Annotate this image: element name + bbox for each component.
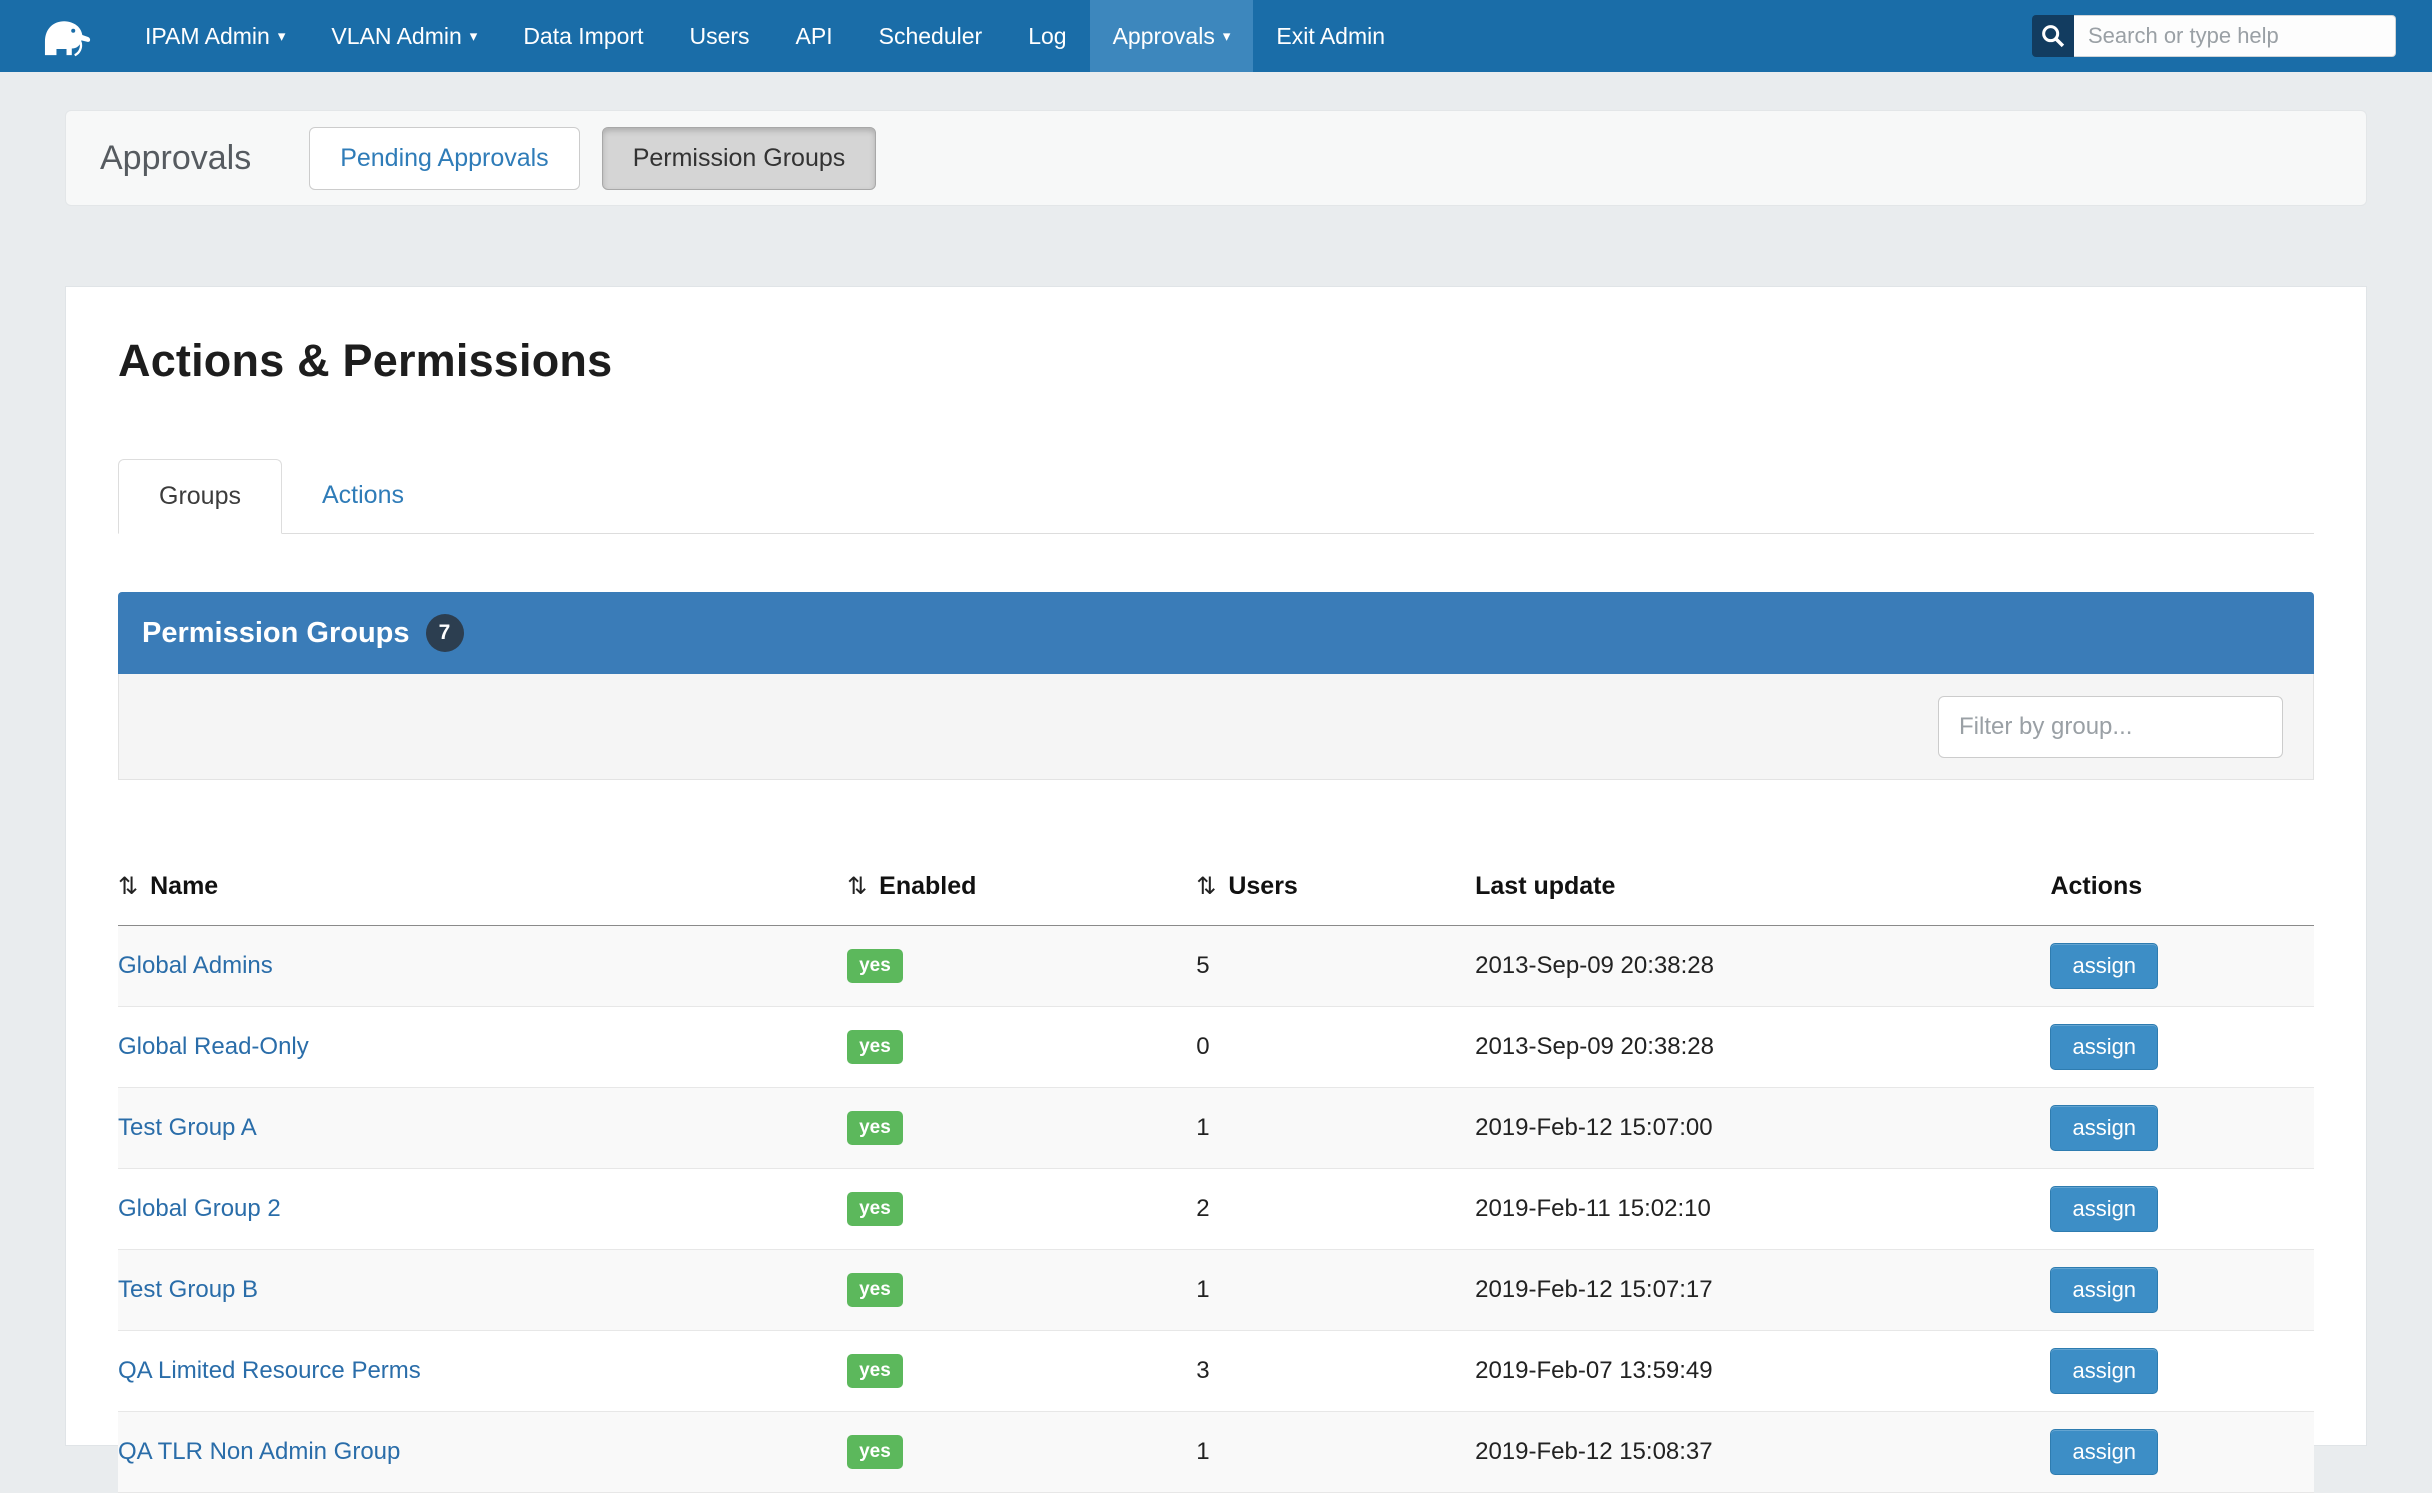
nav-item-api[interactable]: API — [773, 0, 856, 72]
assign-button[interactable]: assign — [2050, 1024, 2158, 1070]
permission-groups-button[interactable]: Permission Groups — [602, 127, 877, 190]
phpipam-mammoth-logo[interactable] — [0, 0, 122, 72]
nav-item-log[interactable]: Log — [1005, 0, 1089, 72]
group-link[interactable]: Test Group B — [118, 1276, 258, 1303]
nav-item-label: Log — [1028, 23, 1066, 50]
permission-groups-table: ⇅Name ⇅Enabled ⇅Users Last update Action… — [118, 850, 2314, 1493]
enabled-badge: yes — [847, 1111, 903, 1145]
nav-item-data-import[interactable]: Data Import — [500, 0, 666, 72]
actions-permissions-card: Actions & Permissions Groups Actions Per… — [65, 286, 2367, 1446]
nav-item-exit-admin[interactable]: Exit Admin — [1253, 0, 1408, 72]
sort-icon: ⇅ — [1196, 873, 1216, 900]
group-count-badge: 7 — [426, 614, 464, 652]
users-count: 1 — [1196, 1088, 1475, 1169]
last-update: 2019-Feb-12 15:08:37 — [1475, 1412, 2050, 1493]
last-update: 2013-Sep-09 20:38:28 — [1475, 926, 2050, 1007]
tab-bar: Groups Actions — [118, 459, 2314, 534]
column-header-name[interactable]: ⇅Name — [118, 850, 847, 926]
groups-table-body: Global Admins yes 5 2013-Sep-09 20:38:28… — [118, 926, 2314, 1493]
chevron-down-icon: ▾ — [278, 27, 286, 45]
table-row: Global Group 2 yes 2 2019-Feb-11 15:02:1… — [118, 1169, 2314, 1250]
table-row: QA TLR Non Admin Group yes 1 2019-Feb-12… — [118, 1412, 2314, 1493]
filter-group-input[interactable] — [1938, 696, 2283, 758]
pending-approvals-button[interactable]: Pending Approvals — [309, 127, 579, 190]
nav-item-label: API — [796, 23, 833, 50]
permission-groups-panel: Permission Groups 7 ⇅Name ⇅Enabled — [118, 592, 2314, 1493]
sort-icon: ⇅ — [118, 873, 138, 900]
search-icon[interactable] — [2032, 15, 2074, 57]
group-link[interactable]: Global Group 2 — [118, 1195, 281, 1222]
enabled-badge: yes — [847, 1192, 903, 1226]
nav-item-label: Approvals — [1113, 23, 1215, 50]
assign-button[interactable]: assign — [2050, 1267, 2158, 1313]
chevron-down-icon: ▾ — [1223, 27, 1231, 45]
top-navbar: IPAM Admin ▾ VLAN Admin ▾ Data Import Us… — [0, 0, 2432, 72]
last-update: 2019-Feb-12 15:07:17 — [1475, 1250, 2050, 1331]
last-update: 2013-Sep-09 20:38:28 — [1475, 1007, 2050, 1088]
table-row: Test Group A yes 1 2019-Feb-12 15:07:00 … — [118, 1088, 2314, 1169]
group-link[interactable]: Global Read-Only — [118, 1033, 309, 1060]
table-row: Global Read-Only yes 0 2013-Sep-09 20:38… — [118, 1007, 2314, 1088]
last-update: 2019-Feb-07 13:59:49 — [1475, 1331, 2050, 1412]
table-row: Global Admins yes 5 2013-Sep-09 20:38:28… — [118, 926, 2314, 1007]
nav-item-label: Exit Admin — [1276, 23, 1385, 50]
tab-actions[interactable]: Actions — [282, 459, 444, 534]
column-header-users[interactable]: ⇅Users — [1196, 850, 1475, 926]
tab-groups[interactable]: Groups — [118, 459, 282, 534]
column-header-actions: Actions — [2050, 850, 2314, 926]
table-row: QA Limited Resource Perms yes 3 2019-Feb… — [118, 1331, 2314, 1412]
nav-item-users[interactable]: Users — [666, 0, 772, 72]
enabled-badge: yes — [847, 1435, 903, 1469]
assign-button[interactable]: assign — [2050, 943, 2158, 989]
users-count: 1 — [1196, 1250, 1475, 1331]
panel-header-title: Permission Groups — [142, 617, 410, 650]
table-row: Test Group B yes 1 2019-Feb-12 15:07:17 … — [118, 1250, 2314, 1331]
nav-item-approvals[interactable]: Approvals ▾ — [1090, 0, 1254, 72]
group-link[interactable]: Global Admins — [118, 952, 273, 979]
mammoth-logo-icon — [38, 13, 96, 59]
assign-button[interactable]: assign — [2050, 1186, 2158, 1232]
nav-item-label: Data Import — [523, 23, 643, 50]
chevron-down-icon: ▾ — [470, 27, 478, 45]
enabled-badge: yes — [847, 949, 903, 983]
nav-item-label: IPAM Admin — [145, 23, 270, 50]
users-count: 2 — [1196, 1169, 1475, 1250]
approvals-subheader: Approvals Pending Approvals Permission G… — [65, 110, 2367, 206]
nav-item-scheduler[interactable]: Scheduler — [856, 0, 1006, 72]
group-link[interactable]: QA TLR Non Admin Group — [118, 1438, 400, 1465]
last-update: 2019-Feb-11 15:02:10 — [1475, 1169, 2050, 1250]
enabled-badge: yes — [847, 1354, 903, 1388]
panel-toolbar — [118, 674, 2314, 780]
enabled-badge: yes — [847, 1030, 903, 1064]
nav-item-label: Scheduler — [879, 23, 983, 50]
nav-item-label: Users — [689, 23, 749, 50]
sort-icon: ⇅ — [847, 873, 867, 900]
search-input[interactable] — [2074, 15, 2396, 57]
nav-search — [2032, 0, 2432, 72]
assign-button[interactable]: assign — [2050, 1105, 2158, 1151]
last-update: 2019-Feb-12 15:07:00 — [1475, 1088, 2050, 1169]
nav-menu: IPAM Admin ▾ VLAN Admin ▾ Data Import Us… — [122, 0, 1408, 72]
panel-header: Permission Groups 7 — [118, 592, 2314, 674]
assign-button[interactable]: assign — [2050, 1429, 2158, 1475]
users-count: 1 — [1196, 1412, 1475, 1493]
column-header-enabled[interactable]: ⇅Enabled — [847, 850, 1196, 926]
enabled-badge: yes — [847, 1273, 903, 1307]
users-count: 0 — [1196, 1007, 1475, 1088]
assign-button[interactable]: assign — [2050, 1348, 2158, 1394]
page-title: Approvals — [100, 139, 251, 178]
users-count: 3 — [1196, 1331, 1475, 1412]
users-count: 5 — [1196, 926, 1475, 1007]
column-header-last-update: Last update — [1475, 850, 2050, 926]
section-title: Actions & Permissions — [118, 335, 2314, 387]
nav-item-ipam-admin[interactable]: IPAM Admin ▾ — [122, 0, 308, 72]
nav-item-label: VLAN Admin — [331, 23, 461, 50]
group-link[interactable]: QA Limited Resource Perms — [118, 1357, 421, 1384]
group-link[interactable]: Test Group A — [118, 1114, 257, 1141]
table-header-row: ⇅Name ⇅Enabled ⇅Users Last update Action… — [118, 850, 2314, 926]
nav-item-vlan-admin[interactable]: VLAN Admin ▾ — [308, 0, 500, 72]
